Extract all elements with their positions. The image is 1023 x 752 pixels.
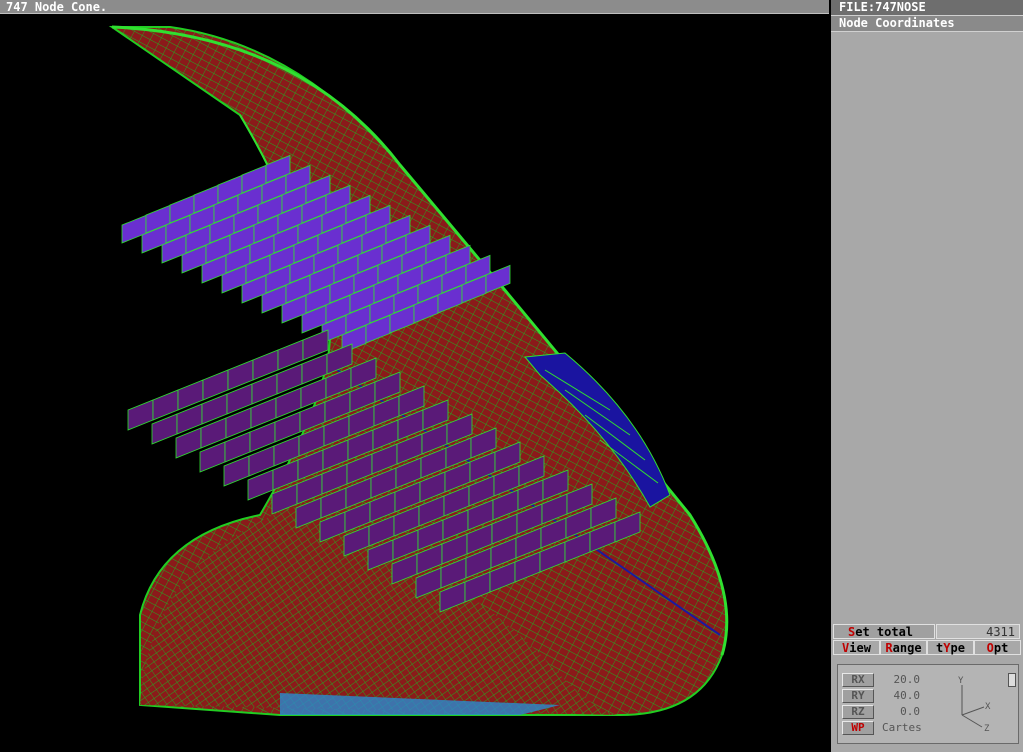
menu-opt[interactable]: Opt <box>974 640 1021 655</box>
side-panel: FILE:747NOSE Node Coordinates Set total … <box>831 0 1023 752</box>
menu-range[interactable]: Range <box>880 640 927 655</box>
rz-value: 0.0 <box>900 705 920 718</box>
fuselage-skin <box>108 25 729 716</box>
set-total-row: Set total 4311 <box>831 624 1023 640</box>
floor-panel <box>127 399 154 431</box>
axis-z-label: Z <box>984 724 990 734</box>
set-total-value: 4311 <box>936 624 1020 639</box>
ry-value: 40.0 <box>893 689 921 702</box>
wp-button[interactable]: WP <box>842 721 874 735</box>
rotation-box: RX 20.0 RY 40.0 RZ 0.0 WP Cartes Y X Z <box>837 664 1019 744</box>
menu-view[interactable]: View <box>833 640 880 655</box>
view-menu: View Range tYpe Opt <box>833 640 1021 656</box>
mode-title: Node Coordinates <box>831 16 1023 32</box>
wp-value: Cartes <box>882 721 922 734</box>
rx-button[interactable]: RX <box>842 673 874 687</box>
axis-triad-icon: Y X Z <box>958 676 991 734</box>
fem-mesh-render <box>108 25 729 716</box>
menu-type[interactable]: tYpe <box>927 640 974 655</box>
axis-x-label: X <box>985 702 991 712</box>
model-viewport[interactable] <box>0 15 829 752</box>
ry-button[interactable]: RY <box>842 689 874 703</box>
pin-icon[interactable] <box>1008 673 1016 687</box>
set-total-button[interactable]: Set total <box>833 624 935 639</box>
rz-button[interactable]: RZ <box>842 705 874 719</box>
file-name: FILE:747NOSE <box>831 0 1023 16</box>
axis-y-label: Y <box>958 676 964 686</box>
window-title: 747 Node Cone. <box>0 0 829 14</box>
rx-value: 20.0 <box>893 673 921 686</box>
